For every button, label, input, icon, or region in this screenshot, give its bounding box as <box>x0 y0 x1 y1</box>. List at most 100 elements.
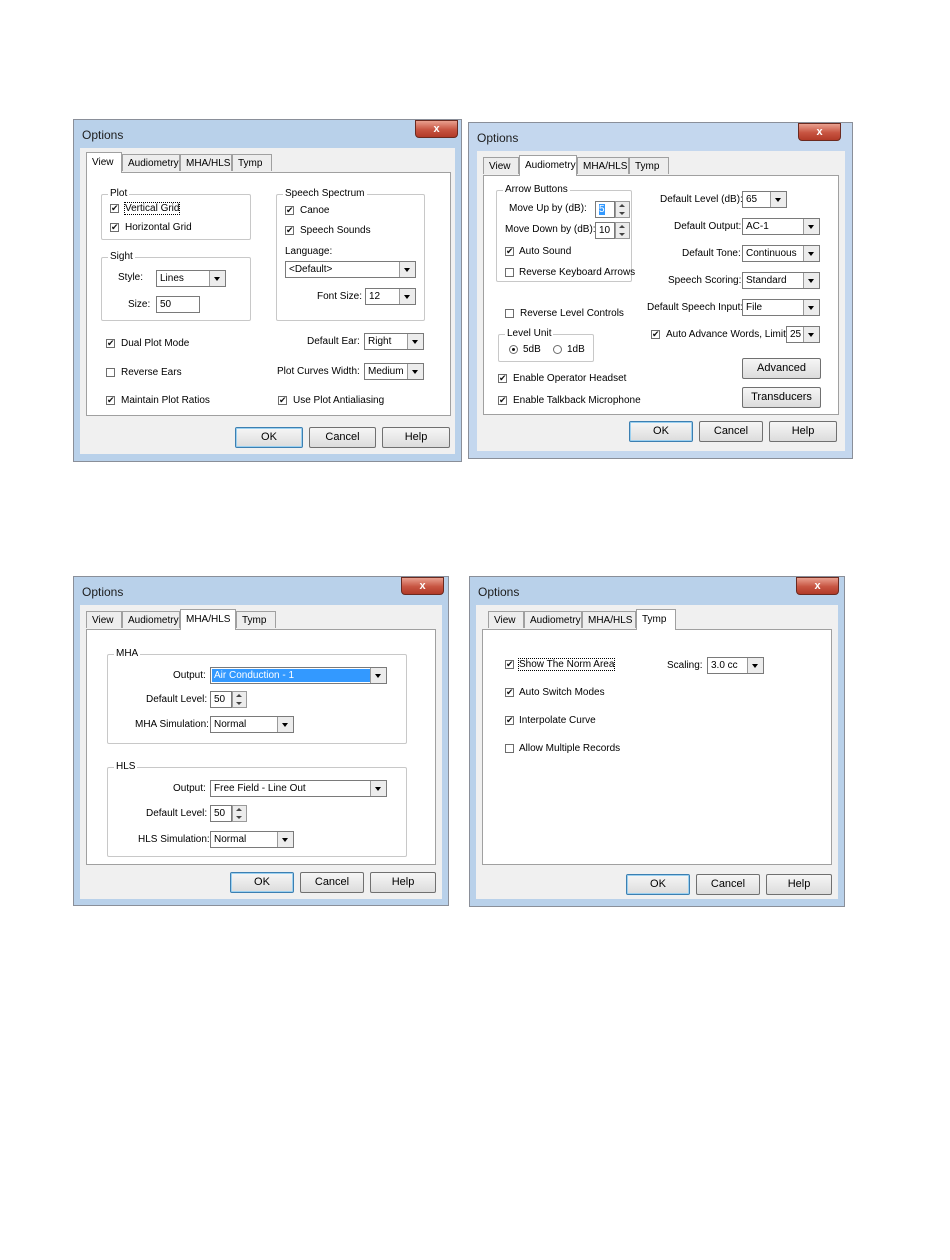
default-level-select[interactable]: 65 <box>742 191 787 208</box>
close-icon[interactable]: x <box>401 577 444 595</box>
hls-default-level-spinner[interactable] <box>232 805 247 822</box>
auto-switch-modes-checkbox[interactable] <box>505 686 514 698</box>
reverse-keyboard-arrows-label: Reverse Keyboard Arrows <box>519 267 636 278</box>
help-button[interactable]: Help <box>766 874 832 895</box>
tab-view[interactable]: View <box>86 611 122 628</box>
vertical-grid-checkbox[interactable] <box>110 202 119 214</box>
mha-output-select[interactable]: Air Conduction - 1 <box>210 667 387 684</box>
tab-view[interactable]: View <box>483 157 519 174</box>
allow-multiple-records-checkbox[interactable] <box>505 744 514 753</box>
speech-scoring-select[interactable]: Standard <box>742 272 820 289</box>
horizontal-grid-checkbox[interactable] <box>110 221 119 233</box>
enable-talkback-microphone-checkbox[interactable] <box>498 394 507 406</box>
help-button[interactable]: Help <box>370 872 436 893</box>
hls-default-level-label: Default Level: <box>146 808 208 819</box>
auto-advance-limit-select[interactable]: 25 <box>786 326 820 343</box>
cancel-button[interactable]: Cancel <box>309 427 376 448</box>
hls-simulation-label: HLS Simulation: <box>138 834 210 845</box>
arrow-buttons-group-label: Arrow Buttons <box>503 184 570 195</box>
5db-radio[interactable] <box>509 345 518 354</box>
title-bar: Options x <box>469 123 852 149</box>
ok-button[interactable]: OK <box>629 421 693 442</box>
auto-advance-checkbox[interactable] <box>651 328 660 340</box>
ok-button[interactable]: OK <box>626 874 690 895</box>
dialog-title: Options <box>477 131 519 145</box>
font-size-select[interactable]: 12 <box>365 288 416 305</box>
tab-tymp[interactable]: Tymp <box>232 154 272 171</box>
hls-output-select[interactable]: Free Field - Line Out <box>210 780 387 797</box>
mha-default-level-input[interactable]: 50 <box>210 691 232 708</box>
enable-operator-headset-label: Enable Operator Headset <box>513 373 627 384</box>
move-down-spinner[interactable] <box>615 222 630 239</box>
hls-simulation-select[interactable]: Normal <box>210 831 294 848</box>
move-up-spinner[interactable] <box>615 201 630 218</box>
hls-default-level-input[interactable]: 50 <box>210 805 232 822</box>
tab-mha-hls[interactable]: MHA/HLS <box>180 609 236 630</box>
reverse-level-controls-label: Reverse Level Controls <box>520 308 624 319</box>
tab-audiometry[interactable]: Audiometry <box>524 611 582 628</box>
close-icon[interactable]: x <box>415 120 458 138</box>
mha-default-level-spinner[interactable] <box>232 691 247 708</box>
mha-simulation-label: MHA Simulation: <box>135 719 209 730</box>
default-speech-input-select[interactable]: File <box>742 299 820 316</box>
style-select[interactable]: Lines <box>156 270 226 287</box>
move-down-input[interactable]: 10 <box>595 222 615 239</box>
use-plot-antialiasing-checkbox[interactable] <box>278 394 287 406</box>
cancel-button[interactable]: Cancel <box>300 872 364 893</box>
tab-mha-hls[interactable]: MHA/HLS <box>180 154 232 171</box>
1db-radio[interactable] <box>553 345 562 354</box>
tab-audiometry[interactable]: Audiometry <box>122 611 180 628</box>
tab-tymp[interactable]: Tymp <box>636 609 676 630</box>
dual-plot-mode-checkbox[interactable] <box>106 337 115 349</box>
tab-panel: Plot Vertical Grid Horizontal Grid Sight… <box>86 172 451 416</box>
sight-group-label: Sight <box>108 251 135 262</box>
chevron-down-icon <box>747 658 763 673</box>
show-norm-area-checkbox[interactable] <box>505 658 514 670</box>
ok-button[interactable]: OK <box>235 427 303 448</box>
mha-output-label: Output: <box>173 670 206 681</box>
size-label: Size: <box>128 299 151 310</box>
cancel-button[interactable]: Cancel <box>696 874 760 895</box>
speech-spectrum-group-label: Speech Spectrum <box>283 188 367 199</box>
size-input[interactable]: 50 <box>156 296 200 313</box>
interpolate-curve-checkbox[interactable] <box>505 714 514 726</box>
tab-view[interactable]: View <box>86 152 122 173</box>
horizontal-grid-label: Horizontal Grid <box>125 222 192 233</box>
tab-mha-hls[interactable]: MHA/HLS <box>582 611 636 628</box>
default-speech-input-label: Default Speech Input: <box>647 302 744 313</box>
help-button[interactable]: Help <box>382 427 450 448</box>
mha-simulation-select[interactable]: Normal <box>210 716 294 733</box>
close-icon[interactable]: x <box>798 123 841 141</box>
tab-tymp[interactable]: Tymp <box>236 611 276 628</box>
tab-view[interactable]: View <box>488 611 524 628</box>
canoe-checkbox[interactable] <box>285 204 294 216</box>
tab-tymp[interactable]: Tymp <box>629 157 669 174</box>
tab-audiometry[interactable]: Audiometry <box>122 154 180 171</box>
transducers-button[interactable]: Transducers <box>742 387 821 408</box>
default-tone-select[interactable]: Continuous <box>742 245 820 262</box>
close-icon[interactable]: x <box>796 577 839 595</box>
plot-curves-width-select[interactable]: Medium <box>364 363 424 380</box>
scaling-select[interactable]: 3.0 cc <box>707 657 764 674</box>
dialog-title: Options <box>82 585 124 599</box>
advanced-button[interactable]: Advanced <box>742 358 821 379</box>
help-button[interactable]: Help <box>769 421 837 442</box>
tab-mha-hls[interactable]: MHA/HLS <box>577 157 629 174</box>
maintain-plot-ratios-label: Maintain Plot Ratios <box>121 395 210 406</box>
ok-button[interactable]: OK <box>230 872 294 893</box>
speech-sounds-checkbox[interactable] <box>285 224 294 236</box>
tab-audiometry[interactable]: Audiometry <box>519 155 577 176</box>
default-ear-select[interactable]: Right <box>364 333 424 350</box>
cancel-button[interactable]: Cancel <box>699 421 763 442</box>
reverse-level-controls-checkbox[interactable] <box>505 309 514 318</box>
scaling-label: Scaling: <box>667 660 703 671</box>
default-output-select[interactable]: AC-1 <box>742 218 820 235</box>
enable-operator-headset-checkbox[interactable] <box>498 372 507 384</box>
move-up-input[interactable]: 5 <box>595 201 615 218</box>
auto-sound-checkbox[interactable] <box>505 245 514 257</box>
dialog-client: View Audiometry MHA/HLS Tymp Plot Vertic… <box>80 148 455 454</box>
reverse-keyboard-arrows-checkbox[interactable] <box>505 268 514 277</box>
maintain-plot-ratios-checkbox[interactable] <box>106 394 115 406</box>
reverse-ears-checkbox[interactable] <box>106 368 115 377</box>
language-select[interactable]: <Default> <box>285 261 416 278</box>
